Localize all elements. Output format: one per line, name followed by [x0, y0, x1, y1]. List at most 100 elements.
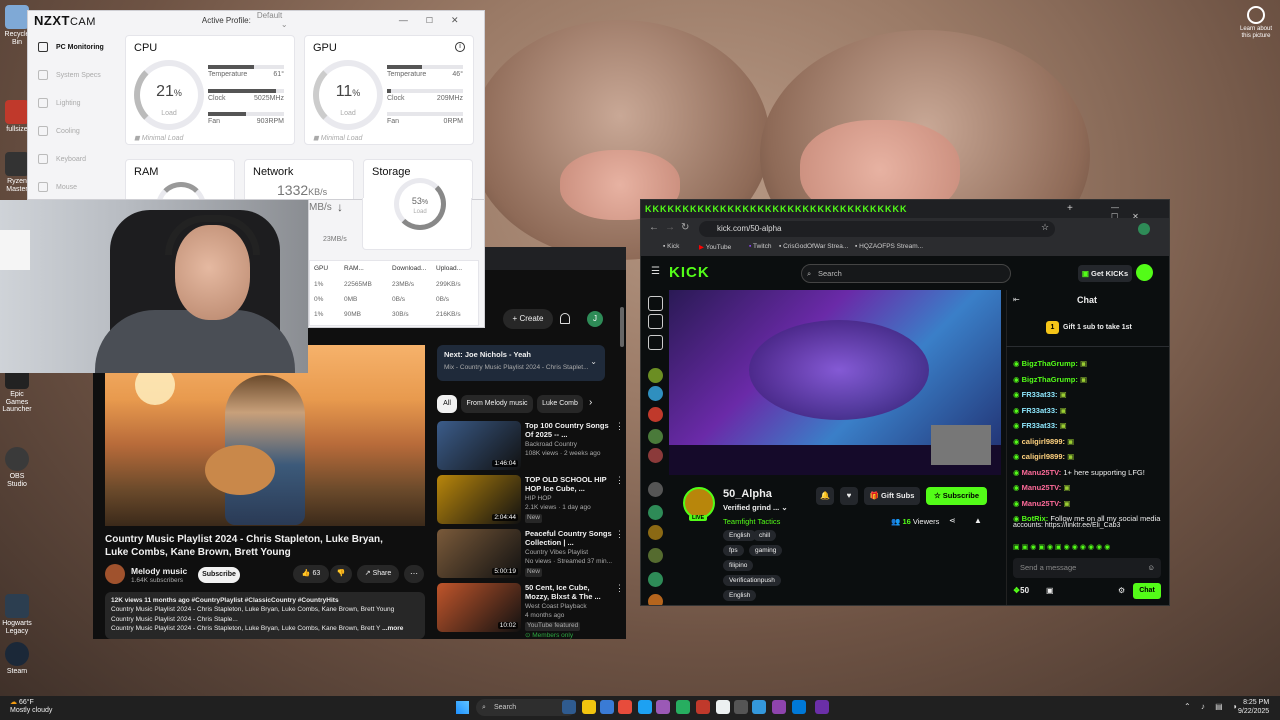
notifications-icon[interactable] [560, 313, 570, 324]
chip-from-channel[interactable]: From Melody music [461, 395, 533, 413]
more-options-icon[interactable]: ⋮ [615, 583, 624, 594]
profile-avatar[interactable] [1138, 223, 1150, 235]
taskbar-app-icon[interactable] [600, 700, 614, 714]
send-message-input[interactable]: Send a message ☺ [1013, 558, 1161, 578]
sidebar-channel[interactable] [648, 386, 663, 401]
chat-send-button[interactable]: Chat [1133, 583, 1161, 599]
share-button[interactable]: ↗ Share [357, 565, 399, 583]
chevron-right-icon[interactable]: › [589, 397, 592, 408]
up-next-card[interactable]: Next: Joe Nichols - Yeah Mix - Country M… [437, 345, 605, 381]
sidebar-channel[interactable] [648, 505, 663, 520]
sidebar-item-keyboard[interactable]: Keyboard [28, 145, 120, 173]
gift-leaderboard-banner[interactable]: 1 Gift 1 sub to take 1st [1013, 316, 1163, 340]
report-icon[interactable]: ▲ [974, 516, 982, 525]
like-button[interactable]: 👍 63 [293, 565, 329, 583]
taskbar-app-icon[interactable] [752, 700, 766, 714]
chat-username[interactable]: FR33at33: [1022, 390, 1058, 399]
emoji-icon[interactable]: ☺ [1147, 558, 1155, 578]
sidebar-channel[interactable] [648, 314, 663, 329]
recommended-video[interactable]: 5:00:19 Peaceful Country Songs Collectio… [437, 529, 624, 581]
hogwarts-legacy-icon[interactable]: Hogwarts Legacy [0, 594, 34, 635]
taskbar-app-icon[interactable] [772, 700, 786, 714]
chat-username[interactable]: Manu25TV: [1022, 468, 1062, 477]
chat-username[interactable]: Manu25TV: [1022, 499, 1062, 508]
sidebar-channel[interactable] [648, 429, 663, 444]
taskbar-app-icon[interactable] [638, 700, 652, 714]
sidebar-channel[interactable] [648, 407, 663, 422]
kick-tabs[interactable]: KKKKKKKKKKKKKKKKKKKKKKKKKKKKKKKKKKK [645, 204, 1000, 218]
stream-tag[interactable]: English [723, 530, 757, 541]
new-tab-button[interactable]: + [1067, 203, 1073, 214]
forward-icon[interactable]: → [665, 222, 675, 233]
taskbar-app-icon[interactable] [656, 700, 670, 714]
close-button[interactable]: ✕ [451, 15, 459, 26]
maximize-button[interactable]: ☐ [426, 16, 433, 25]
chat-username[interactable]: caligirl9899: [1022, 452, 1065, 461]
taskbar-app-icon[interactable] [716, 700, 730, 714]
taskbar-app-icon[interactable] [815, 700, 829, 714]
kick-logo[interactable]: KICK [669, 264, 710, 281]
dislike-button[interactable]: 👎 [330, 565, 352, 583]
stream-tag[interactable]: gaming [749, 545, 783, 556]
bookmark-hqzaofps[interactable]: ▪ HQZAOFPS Stream... [855, 243, 923, 250]
stream-category[interactable]: Teamfight Tactics [723, 517, 780, 526]
taskbar-search[interactable]: ⌕ Search [476, 699, 576, 716]
sidebar-channel[interactable] [648, 525, 663, 540]
scrollbar[interactable] [620, 307, 624, 347]
stream-tag[interactable]: Verificationpush [723, 575, 781, 586]
gift-icon[interactable]: ▣ [1046, 586, 1054, 595]
learn-about-picture-icon[interactable]: Learn about this picture [1236, 6, 1276, 39]
recommended-video[interactable]: 1:46:04 Top 100 Country Songs Of 2025 --… [437, 421, 624, 473]
stream-tag[interactable]: filipino [723, 560, 754, 571]
notification-bell-button[interactable]: 🔔 [816, 487, 834, 505]
sidebar-item-mouse[interactable]: Mouse [28, 173, 120, 199]
back-icon[interactable]: ← [649, 222, 659, 233]
recommended-video[interactable]: 10:02 50 Cent, Ice Cube, Mozzy, Blxst & … [437, 583, 624, 635]
sidebar-channel[interactable] [648, 594, 663, 605]
chevron-down-icon[interactable]: ⌄ [781, 503, 787, 512]
sidebar-item-cooling[interactable]: Cooling [28, 117, 120, 145]
more-options-icon[interactable]: ⋮ [615, 475, 624, 486]
chip-all[interactable]: All [437, 395, 457, 413]
chevron-down-icon[interactable]: ⌄ [590, 357, 597, 366]
chat-username[interactable]: BotRix: [1022, 514, 1049, 523]
more-link[interactable]: ...more [382, 625, 403, 632]
chat-username[interactable]: caligirl9899: [1022, 437, 1065, 446]
chat-username[interactable]: BigzThaGrump: [1022, 375, 1078, 384]
stream-tag[interactable]: English [723, 590, 757, 601]
sidebar-channel[interactable] [648, 296, 663, 311]
taskbar-app-icon[interactable] [734, 700, 748, 714]
info-icon[interactable]: i [455, 42, 465, 52]
sidebar-channel[interactable] [648, 572, 663, 587]
taskbar-app-icon[interactable] [618, 700, 632, 714]
start-button[interactable] [456, 701, 469, 714]
stream-tag[interactable]: fps [723, 545, 744, 556]
share-icon[interactable]: ⋖ [949, 516, 956, 525]
bookmark-twitch[interactable]: ▪ Twitch [749, 243, 771, 250]
steam-icon[interactable]: Steam [0, 642, 34, 676]
stream-tag[interactable]: chill [753, 530, 777, 541]
bookmark-youtube[interactable]: ▶ YouTube [699, 243, 731, 251]
system-tray[interactable]: ⌃ ♪ ▤ ◗ [1184, 702, 1242, 711]
sidebar-channel[interactable] [648, 548, 663, 563]
chat-username[interactable]: FR33at33: [1022, 406, 1058, 415]
cpu-card[interactable]: CPU 21% Load Temperature 61° Clock 5025M… [125, 35, 295, 145]
taskbar-app-icon[interactable] [696, 700, 710, 714]
get-kicks-button[interactable]: ▣ Get KICKs [1078, 265, 1132, 282]
bookmark-star-icon[interactable]: ☆ [1041, 222, 1049, 233]
sidebar-channel[interactable] [648, 368, 663, 383]
chat-settings-icon[interactable]: ⚙ [1118, 586, 1125, 595]
subscribe-button[interactable]: ☆ Subscribe [926, 487, 987, 505]
recommended-video[interactable]: 2:04:44 TOP OLD SCHOOL HIP HOP Ice Cube,… [437, 475, 624, 527]
taskbar-app-icon[interactable] [582, 700, 596, 714]
chat-username[interactable]: BigzThaGrump: [1022, 359, 1078, 368]
gpu-card[interactable]: GPU i 11% Load Temperature 46° Clock 209… [304, 35, 474, 145]
reload-icon[interactable]: ↻ [681, 222, 689, 233]
chip-luke-combs[interactable]: Luke Comb [537, 395, 583, 413]
follow-heart-button[interactable]: ♥ [840, 487, 858, 505]
search-input[interactable]: ⌕ Search [801, 264, 1011, 283]
streamer-name[interactable]: 50_Alpha [723, 488, 772, 500]
sidebar-channel[interactable] [648, 482, 663, 497]
taskbar-app-icon[interactable] [562, 700, 576, 714]
obs-studio-icon[interactable]: OBS Studio [0, 447, 34, 488]
